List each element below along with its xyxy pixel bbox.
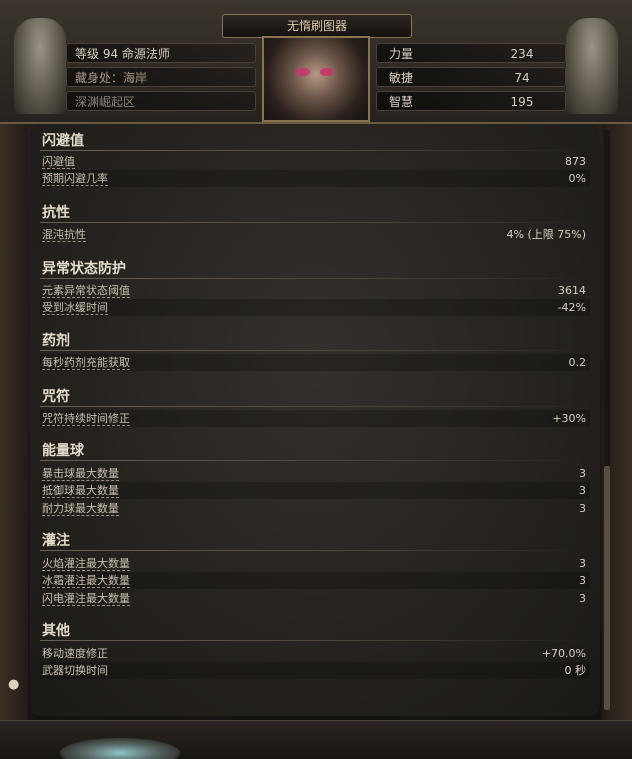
character-level-class: 等级 94 命源法师 [66, 43, 256, 63]
attribute-dexterity[interactable]: 敏捷 74 [376, 67, 566, 87]
stat-row[interactable]: 受到冰缓时间 -42% [40, 299, 590, 316]
stat-label: 闪电灌注最大数量 [42, 592, 130, 605]
portrait-eye-right [320, 68, 334, 76]
stat-value: 3 [579, 592, 586, 605]
attribute-intelligence[interactable]: 智慧 195 [376, 91, 566, 111]
stats-list[interactable]: 闪避值 闪避值 873 预期闪避几率 0% 抗性 混沌抗性 4% (上限 75%… [30, 124, 600, 716]
stat-value: 3 [579, 484, 586, 497]
section-title-ailment: 异常状态防护 [42, 261, 126, 277]
section-divider [40, 640, 588, 641]
stat-value: +70.0% [541, 647, 586, 660]
character-name-plate: 无惰刷图器 [222, 14, 412, 38]
stat-row[interactable]: 冰霜灌注最大数量 3 [40, 572, 590, 589]
section-title-flasks: 药剂 [42, 333, 70, 349]
stat-row[interactable]: 闪避值 873 [40, 153, 590, 170]
section-title-resistances: 抗性 [42, 205, 70, 221]
stat-row[interactable]: 咒符持续时间修正 +30% [40, 410, 590, 427]
section-title-misc: 其他 [42, 623, 70, 639]
attribute-strength[interactable]: 力量 234 [376, 43, 566, 63]
stat-row[interactable]: 火焰灌注最大数量 3 [40, 555, 590, 572]
stat-row[interactable]: 每秒药剂充能获取 0.2 [40, 354, 590, 371]
chat-icon[interactable]: ● [8, 678, 24, 692]
stat-value: -42% [557, 301, 586, 314]
character-league: 深渊崛起区 [66, 91, 256, 111]
attribute-value: 234 [510, 47, 534, 61]
stat-label: 预期闪避几率 [42, 172, 108, 185]
stat-row[interactable]: 抵御球最大数量 3 [40, 482, 590, 499]
stat-value: 3 [579, 574, 586, 587]
stat-row[interactable]: 移动速度修正 +70.0% [40, 645, 590, 662]
portrait-eye-left [296, 68, 310, 76]
stat-label: 冰霜灌注最大数量 [42, 574, 130, 587]
section-title-charges: 能量球 [42, 443, 84, 459]
section-title-charms: 咒符 [42, 389, 70, 405]
stat-label: 混沌抗性 [42, 228, 86, 241]
statue-right-ornament [566, 18, 618, 114]
section-divider [40, 222, 588, 223]
attribute-value: 74 [514, 71, 530, 85]
stat-row[interactable]: 元素异常状态阈值 3614 [40, 282, 590, 299]
stat-value: 3 [579, 502, 586, 515]
character-header: 无惰刷图器 等级 94 命源法师 藏身处：海岸 深渊崛起区 力量 234 敏捷 … [0, 0, 632, 124]
stat-label: 火焰灌注最大数量 [42, 557, 130, 570]
section-divider [40, 406, 588, 407]
stat-value: 0 秒 [564, 664, 587, 677]
section-title-infusion: 灌注 [42, 533, 70, 549]
stat-label: 武器切换时间 [42, 664, 108, 677]
stat-value: 0% [568, 172, 586, 185]
character-portrait [262, 36, 370, 122]
stat-label: 咒符持续时间修正 [42, 412, 130, 425]
stat-row[interactable]: 闪电灌注最大数量 3 [40, 590, 590, 607]
section-divider [40, 278, 588, 279]
section-divider [40, 350, 588, 351]
stat-row[interactable]: 预期闪避几率 0% [40, 170, 590, 187]
stat-row[interactable]: 武器切换时间 0 秒 [40, 662, 590, 679]
stat-row[interactable]: 耐力球最大数量 3 [40, 500, 590, 517]
scrollbar-thumb[interactable] [604, 466, 610, 710]
stat-value: 3614 [558, 284, 586, 297]
stat-label: 元素异常状态阈值 [42, 284, 130, 297]
stat-value: 873 [565, 155, 586, 168]
stat-row[interactable]: 混沌抗性 4% (上限 75%) [40, 226, 590, 243]
stat-value: 0.2 [568, 356, 587, 369]
stat-value: 4% (上限 75%) [506, 228, 586, 241]
stat-label: 抵御球最大数量 [42, 484, 119, 497]
section-divider [40, 460, 588, 461]
stat-row[interactable]: 暴击球最大数量 3 [40, 465, 590, 482]
stat-label: 耐力球最大数量 [42, 502, 119, 515]
attribute-label: 力量 [389, 47, 414, 61]
stat-value: +30% [552, 412, 586, 425]
stat-label: 暴击球最大数量 [42, 467, 119, 480]
section-title-evasion: 闪避值 [42, 133, 84, 149]
attribute-value: 195 [510, 95, 534, 109]
stat-label: 移动速度修正 [42, 647, 108, 660]
attribute-label: 智慧 [389, 95, 414, 109]
attribute-label: 敏捷 [389, 71, 414, 85]
frame-left-border [0, 124, 28, 724]
stat-value: 3 [579, 467, 586, 480]
statue-left-ornament [14, 18, 66, 114]
character-location: 藏身处：海岸 [66, 67, 256, 87]
section-divider [40, 550, 588, 551]
character-panel: 无惰刷图器 等级 94 命源法师 藏身处：海岸 深渊崛起区 力量 234 敏捷 … [0, 0, 632, 759]
stat-label: 每秒药剂充能获取 [42, 356, 130, 369]
stat-label: 受到冰缓时间 [42, 301, 108, 314]
stat-value: 3 [579, 557, 586, 570]
section-divider [40, 150, 588, 151]
stat-label: 闪避值 [42, 155, 75, 168]
